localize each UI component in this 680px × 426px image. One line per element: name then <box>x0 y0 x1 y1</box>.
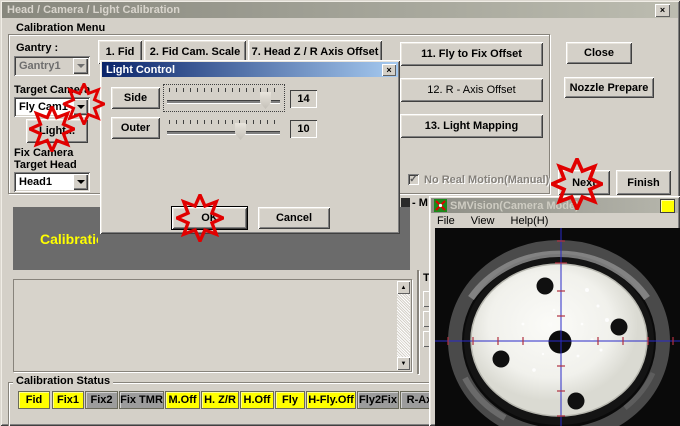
step-button-light-mapping[interactable]: 13. Light Mapping <box>400 114 543 138</box>
gantry-dropdown-icon[interactable] <box>73 58 88 74</box>
status-tag: H-Fly.Off <box>306 391 356 409</box>
target-camera-value: Fly Cam1 <box>19 101 68 113</box>
smvision-titlebar-button[interactable] <box>660 199 675 213</box>
cancel-button[interactable]: Cancel <box>258 207 330 229</box>
calibration-status-label: Calibration Status <box>13 376 114 387</box>
close-button[interactable]: Close <box>566 42 632 64</box>
step-button-fly-to-fix-offset[interactable]: 11. Fly to Fix Offset <box>400 42 543 66</box>
smvision-titlebar[interactable]: SMVision(Camera Mode) <box>431 198 678 213</box>
target-camera-select[interactable]: Fly Cam1 <box>14 97 90 117</box>
calibration-window: Head / Camera / Light Calibration × Cali… <box>0 0 680 426</box>
outer-slider-track[interactable] <box>167 131 280 134</box>
light-control-dialog: Light Control × Side 14 Outer 10 OK Canc… <box>100 60 400 234</box>
light-button[interactable]: Light... <box>26 119 88 143</box>
light-control-title: Light Control <box>106 63 176 76</box>
result-list-scrollbar[interactable]: ▲ ▼ <box>397 281 410 370</box>
main-title: Head / Camera / Light Calibration <box>7 4 180 16</box>
light-control-titlebar: Light Control × <box>102 62 398 77</box>
hidden-indicator-fragment <box>401 198 410 207</box>
close-window-button[interactable]: × <box>655 4 670 17</box>
next-button[interactable]: Next <box>558 170 610 195</box>
close-icon: × <box>386 64 392 75</box>
camera-image <box>435 228 680 426</box>
smvision-app-icon <box>434 199 447 212</box>
gantry-select[interactable]: Gantry1 <box>14 56 90 76</box>
status-tag: M.Off <box>165 391 200 409</box>
gantry-label: Gantry : <box>16 42 59 54</box>
smvision-title: SMVision(Camera Mode) <box>450 199 579 212</box>
menu-file[interactable]: File <box>431 213 462 229</box>
nozzle-prepare-button[interactable]: Nozzle Prepare <box>564 77 654 98</box>
outer-light-value: 10 <box>290 120 317 138</box>
close-icon: × <box>659 5 666 15</box>
hidden-group-edge <box>417 270 419 374</box>
no-real-motion-label: No Real Motion(Manual) <box>424 174 550 186</box>
target-head-select[interactable]: Head1 <box>14 172 90 192</box>
outer-light-button[interactable]: Outer <box>111 117 160 139</box>
outer-slider-ticks <box>169 120 279 124</box>
status-tag: Fly2Fix <box>357 391 399 409</box>
side-light-value: 14 <box>290 90 317 108</box>
step-button-r-axis-offset[interactable]: 12. R - Axis Offset <box>400 78 543 102</box>
side-slider-ticks <box>169 88 279 92</box>
status-tag: Fix TMR <box>119 391 164 409</box>
outer-slider-thumb[interactable] <box>235 123 246 140</box>
status-tag: Fix1 <box>52 391 84 409</box>
hidden-m-fragment: - M <box>412 197 428 209</box>
menu-view[interactable]: View <box>465 213 502 229</box>
calibration-menu-label: Calibration Menu <box>13 23 109 34</box>
status-tag: Fly <box>275 391 305 409</box>
ok-button[interactable]: OK <box>171 206 248 230</box>
finish-button[interactable]: Finish <box>616 170 671 195</box>
status-tag: Fid <box>18 391 50 409</box>
scroll-up-icon[interactable]: ▲ <box>397 281 410 294</box>
target-head-dropdown-icon[interactable] <box>73 174 88 190</box>
smvision-menubar: File View Help(H) <box>431 213 678 228</box>
target-head-value: Head1 <box>19 176 53 188</box>
no-real-motion-checkbox[interactable]: ✓ <box>408 174 419 185</box>
smvision-window: SMVision(Camera Mode) File View Help(H) <box>429 196 680 426</box>
status-tag: H.Off <box>240 391 274 409</box>
target-camera-label: Target Camera <box>14 84 91 96</box>
scroll-down-icon[interactable]: ▼ <box>397 357 410 370</box>
target-camera-dropdown-icon[interactable] <box>73 99 88 115</box>
status-tag: Fix2 <box>85 391 118 409</box>
main-titlebar: Head / Camera / Light Calibration <box>2 2 678 18</box>
gantry-value: Gantry1 <box>19 60 61 72</box>
light-control-close-button[interactable]: × <box>382 64 396 76</box>
status-tag: H. Z/R <box>201 391 239 409</box>
target-head-label: Target Head <box>14 159 77 171</box>
fix-camera-label: Fix Camera <box>14 147 74 159</box>
result-list: ▲ ▼ <box>13 279 412 372</box>
menu-help[interactable]: Help(H) <box>505 213 556 229</box>
side-light-button[interactable]: Side <box>111 87 160 109</box>
message-text: Calibration <box>40 231 98 247</box>
